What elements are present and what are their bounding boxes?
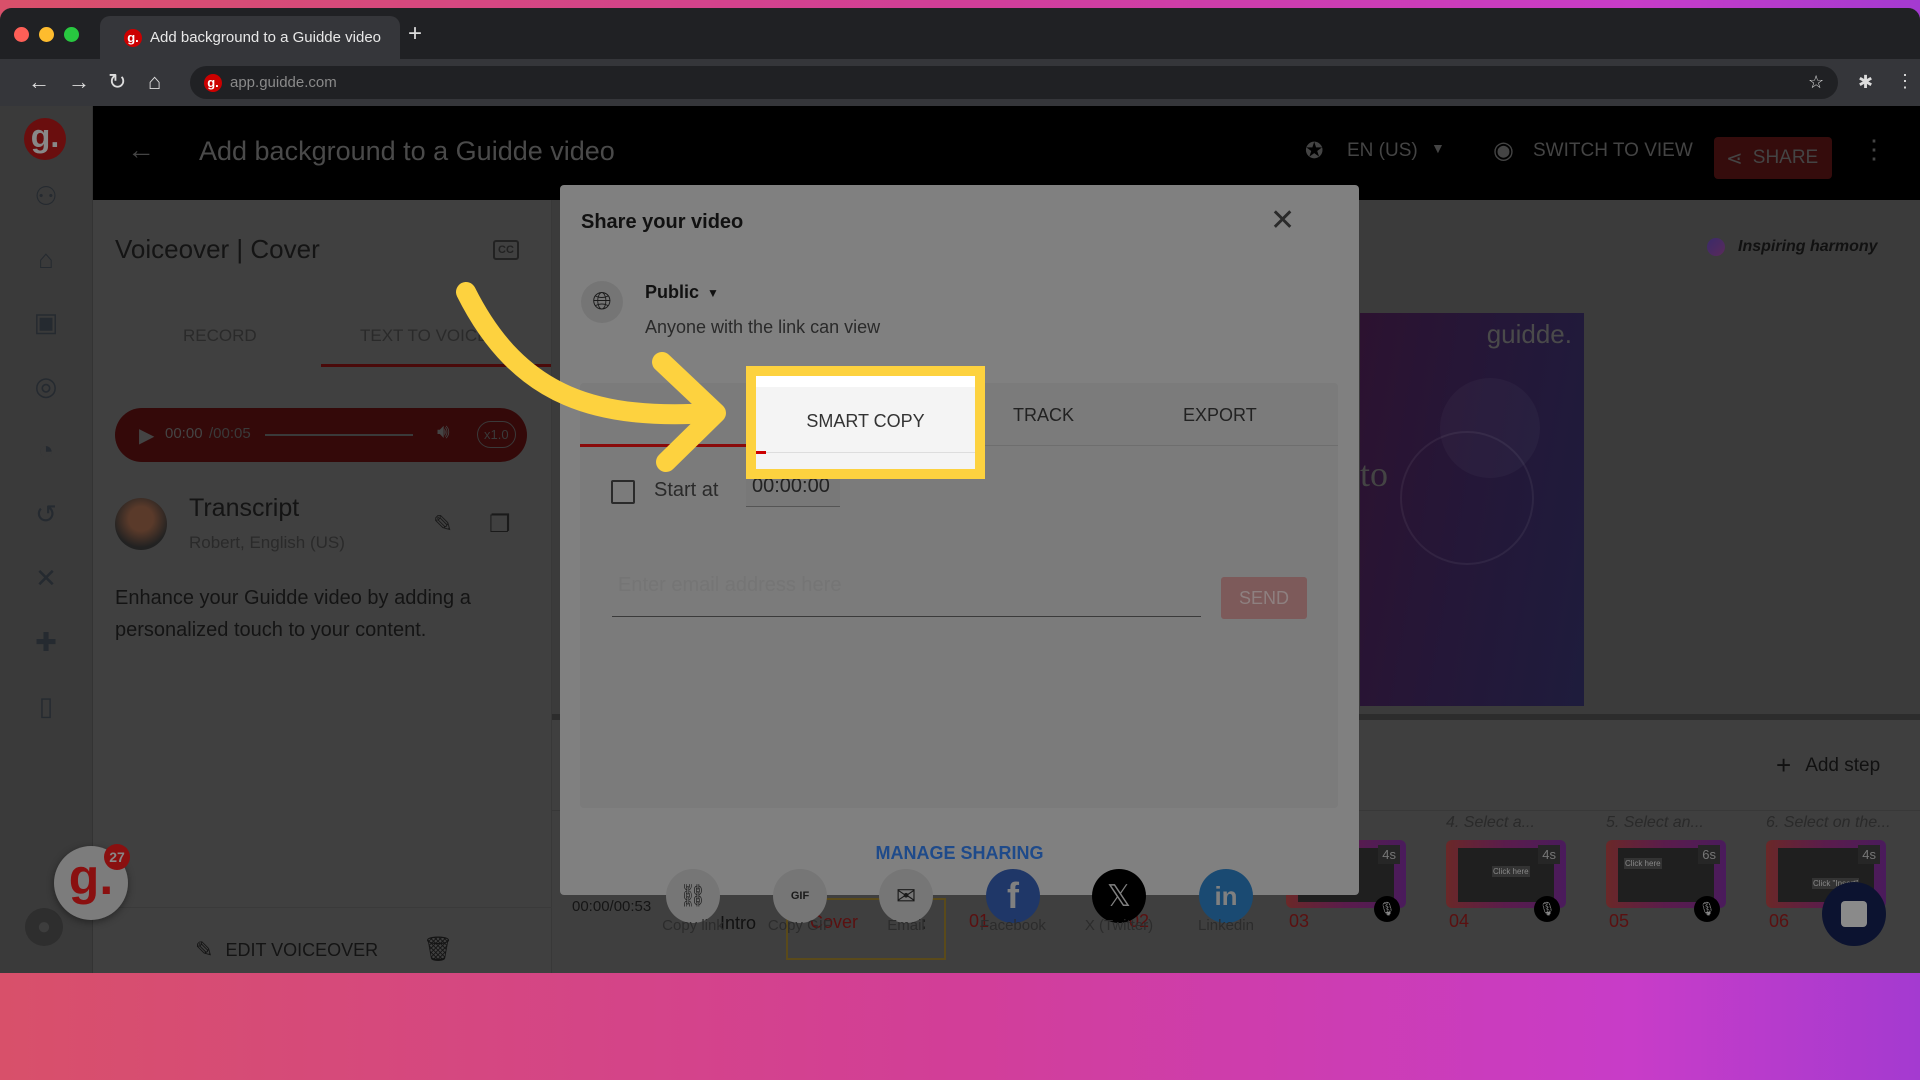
arrow-curve [456,282,722,425]
tutorial-arrow [456,282,726,472]
